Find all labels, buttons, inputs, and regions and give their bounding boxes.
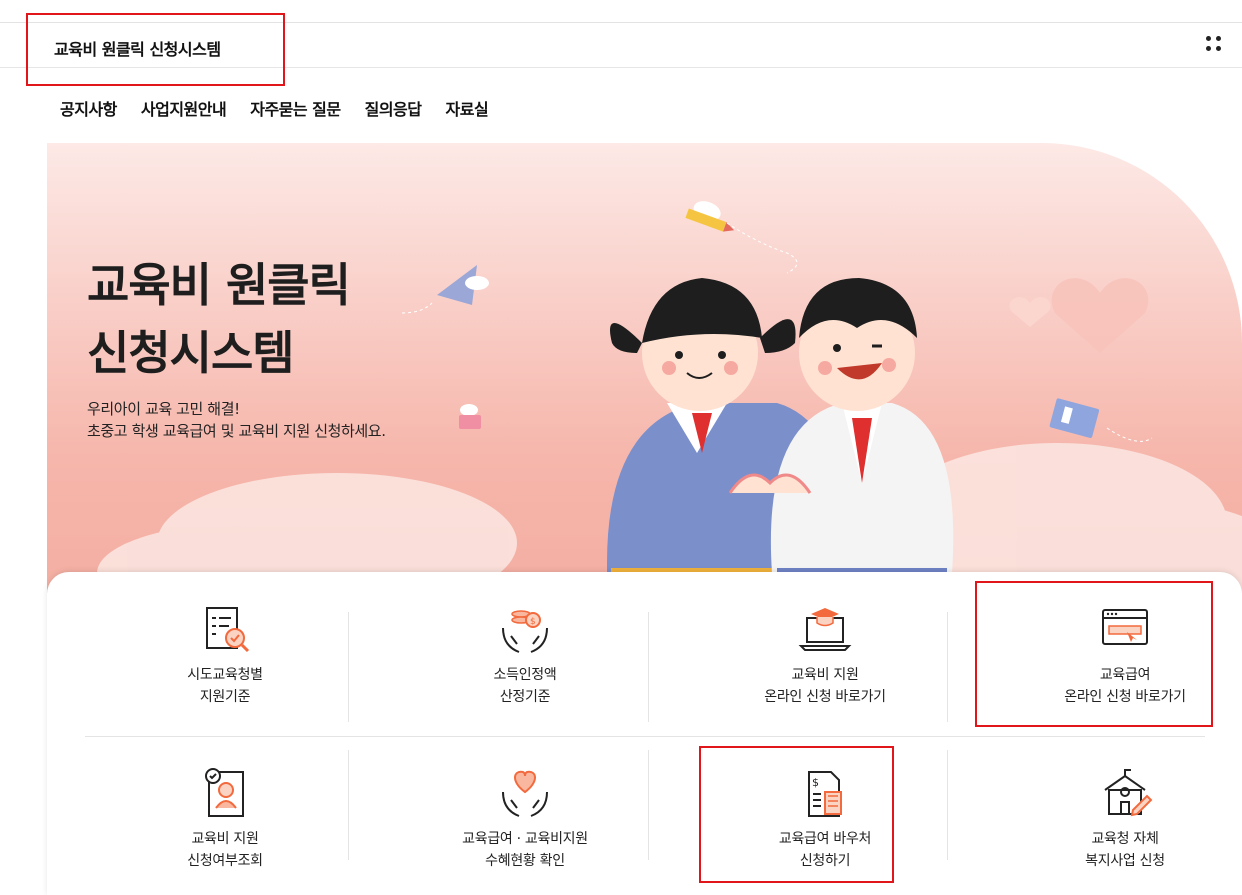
service-income-criteria[interactable]: $ 소득인정액 산정기준 <box>385 572 665 722</box>
hands-coins-icon: $ <box>502 610 548 653</box>
hero-subtitle: 우리아이 교육 고민 해결! 초중고 학생 교육급여 및 교육비 지원 신청하세… <box>87 400 386 440</box>
nav-item-faq[interactable]: 자주묻는 질문 <box>250 96 341 120</box>
service-voucher-apply[interactable]: $ 교육급여 바우처 신청하기 <box>685 736 965 886</box>
service-benefit-status[interactable]: 교육급여 · 교육비지원 수혜현황 확인 <box>385 736 665 886</box>
main-nav: 공지사항 사업지원안내 자주묻는 질문 질의응답 자료실 <box>60 96 489 120</box>
hero-banner: 교육비 원클릭 신청시스템 우리아이 교육 고민 해결! 초중고 학생 교육급여… <box>47 143 1242 593</box>
service-grid-card: 시도교육청별 지원기준 $ 소득인정액 산정기준 교육비 지원 온라인 신청 바로가기 <box>47 572 1242 895</box>
laptop-graduation-icon <box>798 608 852 651</box>
person-check-icon <box>205 768 244 817</box>
browser-click-icon <box>1102 609 1148 645</box>
svg-text:$: $ <box>530 617 536 627</box>
nav-item-program-info[interactable]: 사업지원안내 <box>141 96 227 120</box>
service-grid: 시도교육청별 지원기준 $ 소득인정액 산정기준 교육비 지원 온라인 신청 바로가기 <box>85 572 1205 895</box>
svg-text:$: $ <box>812 776 819 789</box>
document-search-icon <box>206 607 250 653</box>
service-regional-criteria[interactable]: 시도교육청별 지원기준 <box>85 572 365 722</box>
hands-heart-icon <box>502 770 548 817</box>
grid-dots-icon[interactable] <box>1206 36 1224 54</box>
service-edu-support-apply[interactable]: 교육비 지원 온라인 신청 바로가기 <box>685 572 965 722</box>
service-application-status[interactable]: 교육비 지원 신청여부조회 <box>85 736 365 886</box>
nav-item-notice[interactable]: 공지사항 <box>60 96 117 120</box>
voucher-calculator-icon: $ <box>808 771 842 817</box>
site-title[interactable]: 교육비 원클릭 신청시스템 <box>54 36 221 60</box>
school-pencil-icon <box>1104 769 1153 817</box>
service-edu-benefit-apply[interactable]: 교육급여 온라인 신청 바로가기 <box>985 572 1242 722</box>
nav-item-archive[interactable]: 자료실 <box>446 96 489 120</box>
site-header: 교육비 원클릭 신청시스템 <box>0 23 1242 68</box>
service-local-welfare-apply[interactable]: 교육청 자체 복지사업 신청 <box>985 736 1242 886</box>
hero-title: 교육비 원클릭 신청시스템 <box>87 258 351 380</box>
nav-item-qna[interactable]: 질의응답 <box>365 96 422 120</box>
